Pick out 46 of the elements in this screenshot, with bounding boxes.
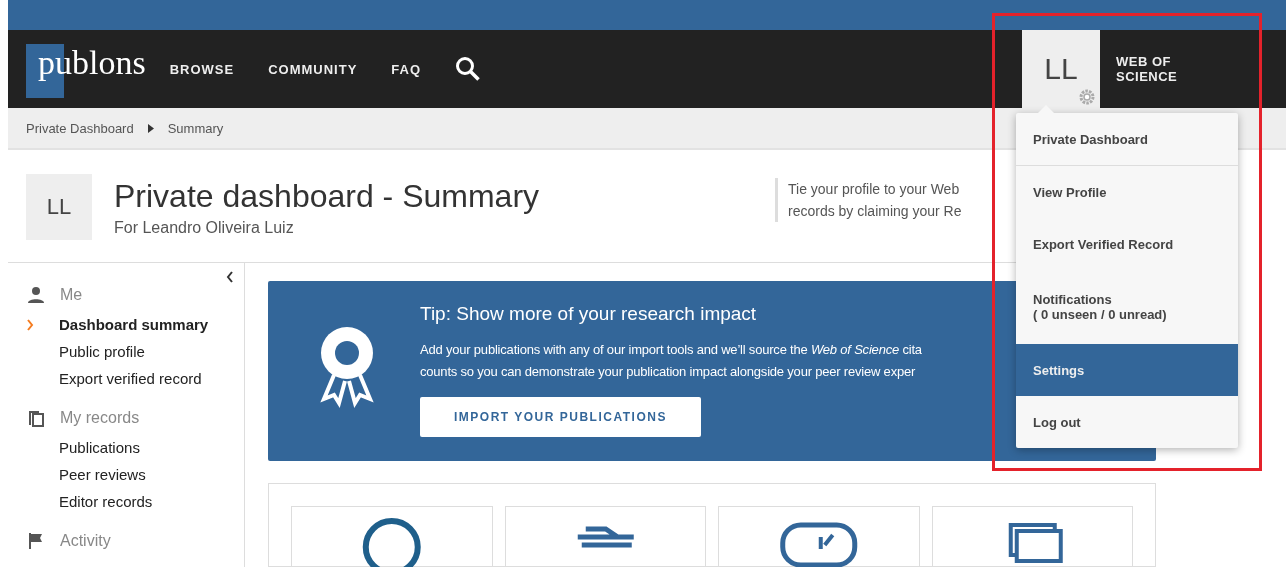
person-icon	[26, 285, 46, 305]
target-icon	[362, 518, 421, 567]
feature-card[interactable]	[291, 506, 493, 567]
menu-item[interactable]: Settings	[1016, 344, 1238, 396]
nav-link[interactable]: BROWSE	[169, 61, 235, 77]
sidebar-item[interactable]: Editor records	[59, 493, 153, 510]
chevron-icon	[26, 318, 34, 331]
sidebar-item[interactable]: Publications	[59, 439, 140, 456]
stack-icon	[1008, 523, 1063, 563]
avatar-initials: LL	[1044, 52, 1078, 86]
tip-title: Tip: Show more of your research impact	[420, 303, 757, 325]
sidebar-item[interactable]: Peer reviews	[59, 466, 146, 483]
avatar[interactable]: LL	[1022, 30, 1100, 108]
menu-item[interactable]: View Profile	[1016, 166, 1238, 218]
section-heading: My records	[60, 409, 140, 427]
menu-item[interactable]: Notifications ( 0 unseen / 0 unread)	[1016, 270, 1238, 344]
settings-icon	[1078, 88, 1096, 106]
sidebar-item[interactable]: Public profile	[59, 343, 145, 360]
copy-icon	[26, 408, 46, 428]
feature-card[interactable]	[718, 506, 920, 567]
feature-card[interactable]	[931, 506, 1133, 567]
notice-text: Tie your profile to your Web	[788, 180, 960, 199]
menu-item[interactable]: Log out	[1016, 396, 1238, 448]
nav-link[interactable]: FAQ	[391, 61, 422, 77]
sidebar-item[interactable]: Export verified record	[59, 370, 202, 387]
feature-card[interactable]	[504, 506, 706, 567]
nav-link[interactable]: COMMUNITY	[268, 61, 358, 77]
menu-item[interactable]: Export Verified Record	[1016, 218, 1238, 270]
breadcrumb-link[interactable]: Summary	[167, 120, 224, 136]
page-subtitle: For Leandro Oliveira Luiz	[114, 218, 295, 237]
search-icon[interactable]	[455, 56, 482, 82]
import-button[interactable]: IMPORT YOUR PUBLICATIONS	[420, 397, 701, 437]
caret-icon	[147, 123, 154, 133]
partner-link[interactable]: WEB OF SCIENCE	[1116, 54, 1216, 84]
section-heading: Activity	[60, 532, 111, 550]
collapse-icon[interactable]	[226, 271, 234, 283]
sidebar-item[interactable]: Dashboard summary	[59, 316, 209, 333]
section-heading: Me	[60, 286, 83, 304]
breadcrumb-link[interactable]: Private Dashboard	[26, 120, 134, 136]
tip-text: Add your publications with any of our import tools and we’ll source the Web of Science cita counts so you can demonstrate your publication impact alongside your peer review exper	[420, 341, 922, 381]
avatar: LL	[26, 174, 92, 240]
menu-item[interactable]: Private Dashboard	[1016, 113, 1238, 166]
notice-text: records by claiming your Re	[788, 202, 962, 221]
page-title: Private dashboard - Summary	[114, 177, 540, 215]
logo[interactable]: publons	[26, 44, 146, 82]
badge-icon	[780, 522, 858, 567]
